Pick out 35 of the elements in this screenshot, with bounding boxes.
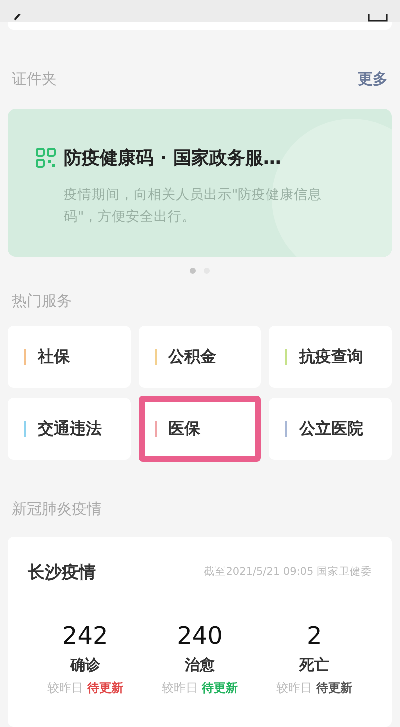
service-label: 公立医院 bbox=[299, 418, 364, 440]
city-title: 长沙疫情 bbox=[28, 562, 96, 584]
compare-label: 较昨日 bbox=[47, 680, 84, 696]
health-code-card[interactable]: 防疫健康码 · 国家政务服… 疫情期间，向相关人员出示"防疫健康信息码"，方便安全出行。 bbox=[8, 108, 392, 256]
section-title: 证件夹 bbox=[12, 69, 57, 90]
service-label: 交通违法 bbox=[38, 418, 102, 440]
card-description: 疫情期间，向相关人员出示"防疫健康信息码"，方便安全出行。 bbox=[64, 186, 324, 226]
stat-label: 确诊 bbox=[70, 655, 100, 676]
update-status: 待更新 bbox=[316, 680, 353, 696]
stat-label: 治愈 bbox=[184, 655, 215, 676]
update-status: 待更新 bbox=[87, 680, 124, 696]
compare-label: 较昨日 bbox=[276, 680, 313, 696]
update-status: 待更新 bbox=[202, 680, 238, 696]
more-link[interactable]: 更多 bbox=[358, 68, 388, 90]
service-tile[interactable]: 医保 bbox=[138, 396, 262, 462]
service-label: 医保 bbox=[168, 418, 201, 440]
service-tile[interactable]: 公积金 bbox=[138, 326, 262, 388]
stat-value: 240 bbox=[177, 622, 223, 650]
stat-label: 死亡 bbox=[300, 655, 330, 676]
update-source: 截至2021/5/21 09:05 国家卫健委 bbox=[204, 565, 372, 580]
back-icon[interactable] bbox=[12, 14, 22, 22]
compare-label: 较昨日 bbox=[162, 680, 198, 696]
stat-value: 242 bbox=[62, 622, 108, 650]
service-tile[interactable]: 抗疫查询 bbox=[269, 326, 392, 388]
stat-value: 2 bbox=[307, 622, 322, 650]
service-tile[interactable]: 社保 bbox=[8, 326, 131, 388]
service-tile[interactable]: 交通违法 bbox=[8, 398, 131, 460]
service-label: 抗疫查询 bbox=[299, 346, 364, 368]
section-title: 热门服务 bbox=[11, 290, 73, 312]
qr-code-icon bbox=[36, 148, 56, 168]
card-title: 防疫健康码 · 国家政务服… bbox=[64, 146, 282, 170]
service-tile[interactable]: 公立医院 bbox=[269, 398, 392, 460]
section-title: 新冠肺炎疫情 bbox=[11, 499, 103, 520]
service-label: 社保 bbox=[38, 346, 70, 368]
service-label: 公积金 bbox=[168, 346, 217, 368]
